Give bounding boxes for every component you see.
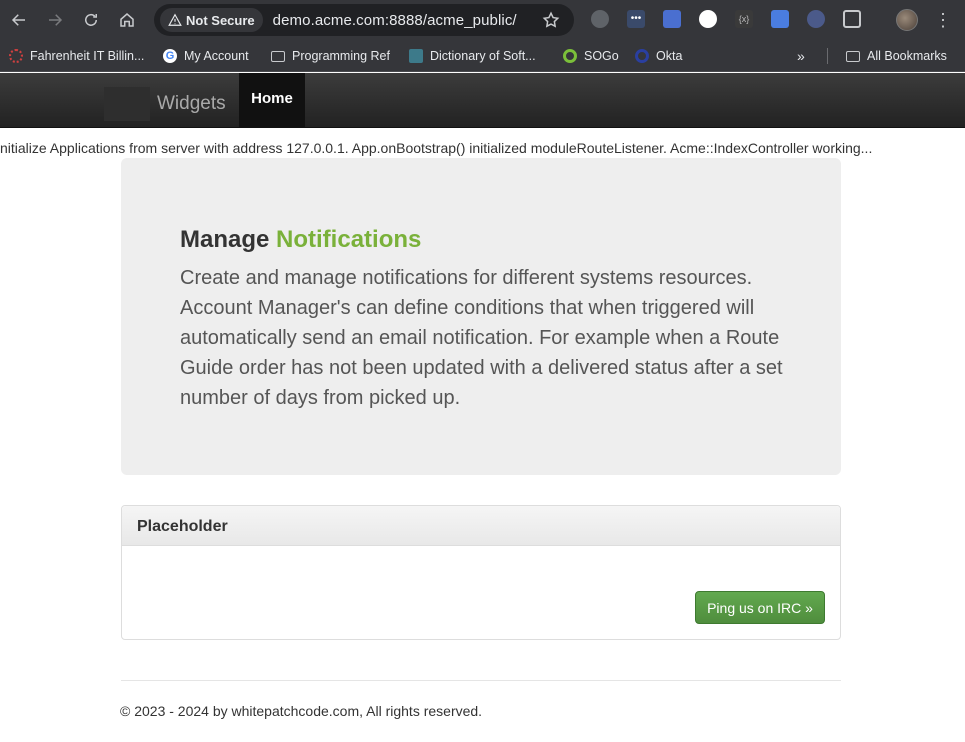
more-bookmarks-button[interactable]: »: [797, 47, 805, 65]
home-icon[interactable]: [115, 8, 139, 32]
nav-home-link[interactable]: Home: [239, 73, 305, 128]
extension-calendar-icon[interactable]: [663, 10, 681, 28]
all-bookmarks-label: All Bookmarks: [867, 49, 947, 63]
back-icon[interactable]: [7, 8, 31, 32]
book-icon: [409, 49, 423, 63]
profile-avatar[interactable]: [896, 9, 918, 31]
all-bookmarks-button[interactable]: All Bookmarks: [846, 47, 947, 65]
brand-name[interactable]: Widgets: [157, 93, 226, 115]
google-icon: G: [163, 49, 177, 63]
hero-title-accent: Notifications: [276, 226, 422, 253]
reload-icon[interactable]: [79, 8, 103, 32]
address-bar[interactable]: Not Secure demo.acme.com:8888/acme_publi…: [154, 4, 574, 36]
brand-logo[interactable]: [104, 87, 150, 121]
hero-title: Manage Notifications: [180, 226, 421, 254]
bookmark-fahrenheit[interactable]: Fahrenheit IT Billin...: [9, 47, 144, 65]
extensions-puzzle-icon[interactable]: [843, 10, 861, 28]
bookmark-programming-ref[interactable]: Programming Ref: [271, 47, 390, 65]
hero-description: Create and manage notifications for diff…: [180, 267, 783, 409]
sogo-icon: [563, 49, 577, 63]
footer-copyright: © 2023 - 2024 by whitepatchcode.com, All…: [120, 703, 483, 719]
bookmark-dictionary[interactable]: Dictionary of Soft...: [409, 47, 536, 65]
bookmark-label: SOGo: [584, 49, 619, 63]
browser-toolbar: Not Secure demo.acme.com:8888/acme_publi…: [0, 0, 965, 40]
security-label: Not Secure: [186, 12, 255, 28]
folder-icon: [271, 50, 285, 62]
red-circle-icon: [9, 49, 23, 63]
bookmarks-bar: Fahrenheit IT Billin... G My Account Pro…: [0, 40, 965, 72]
placeholder-panel: Placeholder Ping us on IRC »: [121, 505, 841, 640]
hero-jumbotron: Manage Notifications Create and manage n…: [121, 158, 841, 475]
extension-braces-icon[interactable]: {x}: [735, 10, 753, 28]
bookmarks-divider: [827, 48, 828, 64]
security-chip[interactable]: Not Secure: [160, 8, 263, 32]
bookmark-sogo[interactable]: SOGo: [563, 47, 619, 65]
okta-icon: [635, 49, 649, 63]
extension-bolt-icon[interactable]: [807, 10, 825, 28]
bookmark-label: My Account: [184, 49, 249, 63]
extension-dots-icon[interactable]: •••: [627, 10, 645, 28]
bookmark-label: Dictionary of Soft...: [430, 49, 536, 63]
bookmark-label: Okta: [656, 49, 683, 63]
bootstrap-log: nitialize Applications from server with …: [0, 140, 873, 156]
site-navbar: Widgets Home: [0, 73, 965, 128]
bookmark-okta[interactable]: Okta: [635, 47, 682, 65]
footer-divider: [121, 680, 841, 681]
warning-icon: [168, 13, 182, 26]
bookmark-my-account[interactable]: G My Account: [163, 47, 249, 65]
chevron-double-right-icon: »: [797, 48, 805, 64]
ping-irc-button[interactable]: Ping us on IRC »: [695, 591, 825, 624]
bookmark-star-icon[interactable]: [542, 11, 560, 29]
folder-icon: [846, 50, 860, 62]
hero-title-prefix: Manage: [180, 226, 270, 253]
url-text[interactable]: demo.acme.com:8888/acme_public/: [273, 12, 517, 29]
panel-heading: Placeholder: [122, 506, 840, 546]
extension-circle-icon[interactable]: [699, 10, 717, 28]
bookmark-label: Fahrenheit IT Billin...: [30, 49, 145, 63]
forward-icon[interactable]: [43, 8, 67, 32]
browser-menu-icon[interactable]: ⋮: [934, 9, 952, 31]
bookmark-label: Programming Ref: [292, 49, 390, 63]
extension-incognito-icon[interactable]: [591, 10, 609, 28]
extension-translate-icon[interactable]: [771, 10, 789, 28]
